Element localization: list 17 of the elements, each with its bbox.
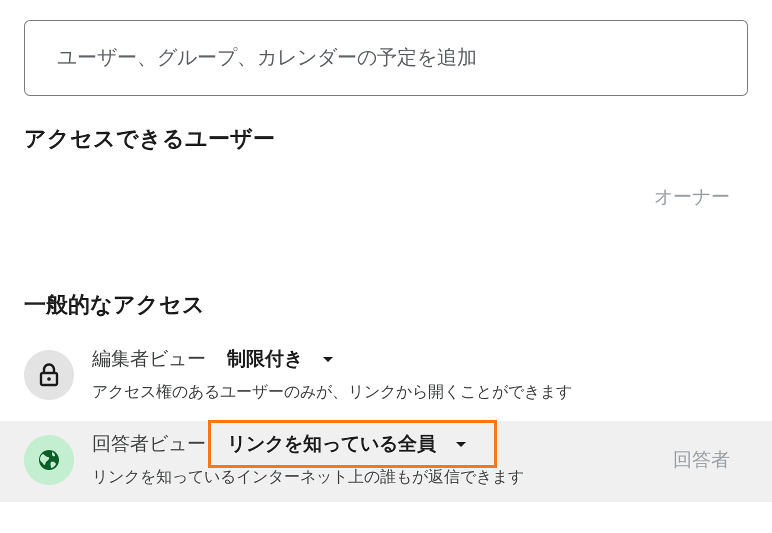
section-heading: アクセスできるユーザー bbox=[24, 125, 276, 153]
search-field[interactable]: ユーザー、グループ、カレンダーの予定を追加 bbox=[24, 20, 748, 96]
globe-icon bbox=[37, 448, 61, 472]
lock-icon bbox=[39, 362, 59, 386]
access-row[interactable]: 回答者ビュー リンクを知っている全員 リンクを知っているインターネット上の誰もが返信できます 回答者 bbox=[0, 421, 772, 502]
role-label: 回答者 bbox=[673, 448, 730, 472]
caret-icon bbox=[456, 442, 466, 446]
role-label: オーナー bbox=[654, 186, 730, 210]
access-dropdown[interactable]: リンクを知っている全員 bbox=[208, 420, 497, 468]
caret-icon bbox=[323, 356, 333, 362]
access-dropdown[interactable]: 制限付き bbox=[208, 335, 364, 383]
section-heading: 一般的なアクセス bbox=[24, 291, 206, 319]
access-description: アクセス権のあるユーザーのみが、リンクから開くことができます bbox=[92, 383, 573, 403]
access-label: 編集者ビュー bbox=[92, 348, 206, 372]
access-description: リンクを知っているインターネット上の誰もが返信できます bbox=[92, 468, 525, 488]
access-label: 回答者ビュー bbox=[92, 433, 206, 457]
access-row[interactable]: 編集者ビュー 制限付き アクセス権のあるユーザーのみが、リンクから開くことができます bbox=[0, 336, 772, 413]
